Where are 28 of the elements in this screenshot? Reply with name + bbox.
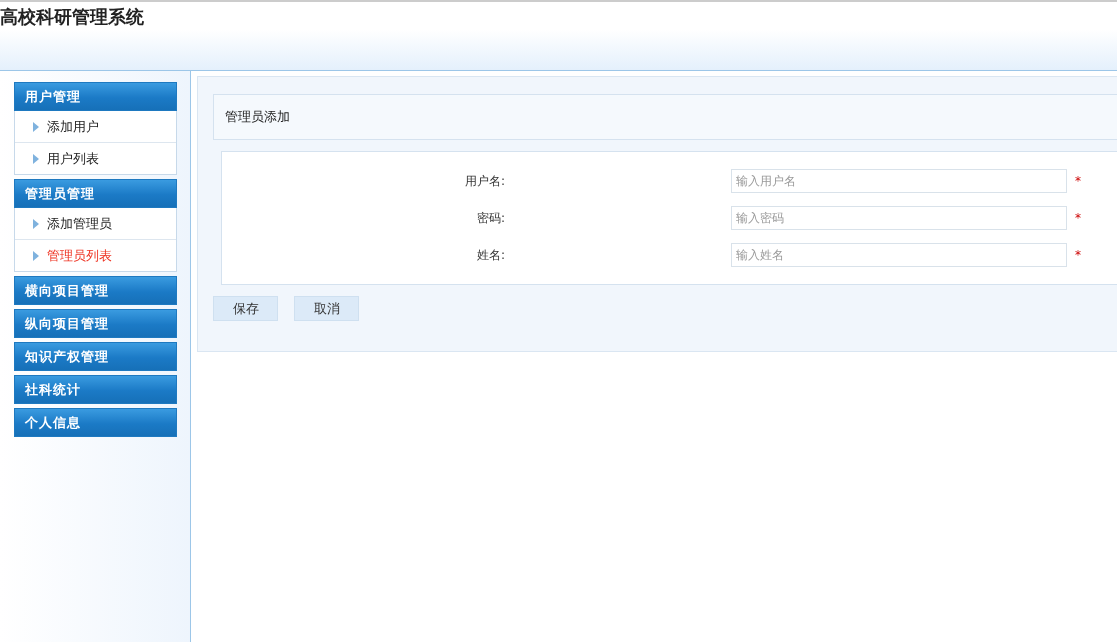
required-mark: * [1075, 174, 1081, 188]
form-button[interactable]: 取消 [294, 296, 359, 321]
menu-group-header[interactable]: 纵向项目管理 [14, 309, 177, 338]
menu-item[interactable]: 添加用户 [15, 111, 176, 142]
menu-group-header[interactable]: 用户管理 [14, 82, 177, 111]
input-field[interactable]: 输入姓名 [731, 243, 1067, 267]
menu-item[interactable]: 添加管理员 [15, 208, 176, 239]
menu-group-header[interactable]: 个人信息 [14, 408, 177, 437]
triangle-icon [33, 250, 39, 261]
app-title: 高校科研管理系统 [0, 5, 144, 29]
required-mark: * [1075, 248, 1081, 262]
field-label: 密码: [475, 209, 505, 227]
form-button[interactable]: 保存 [213, 296, 278, 321]
menu-group-header[interactable]: 知识产权管理 [14, 342, 177, 371]
input-field[interactable]: 输入用户名 [731, 169, 1067, 193]
field-label: 用户名: [463, 172, 505, 190]
triangle-icon [33, 153, 39, 164]
menu-group-header[interactable]: 社科统计 [14, 375, 177, 404]
field-label: 姓名: [475, 246, 505, 264]
menu-group-header[interactable]: 横向项目管理 [14, 276, 177, 305]
panel-title: 管理员添加 [225, 108, 290, 126]
triangle-icon [33, 218, 39, 229]
triangle-icon [33, 121, 39, 132]
menu-item[interactable]: 用户列表 [15, 142, 176, 174]
menu-item[interactable]: 管理员列表 [15, 239, 176, 271]
required-mark: * [1075, 211, 1081, 225]
menu-group-header[interactable]: 管理员管理 [14, 179, 177, 208]
input-field[interactable]: 输入密码 [731, 206, 1067, 230]
